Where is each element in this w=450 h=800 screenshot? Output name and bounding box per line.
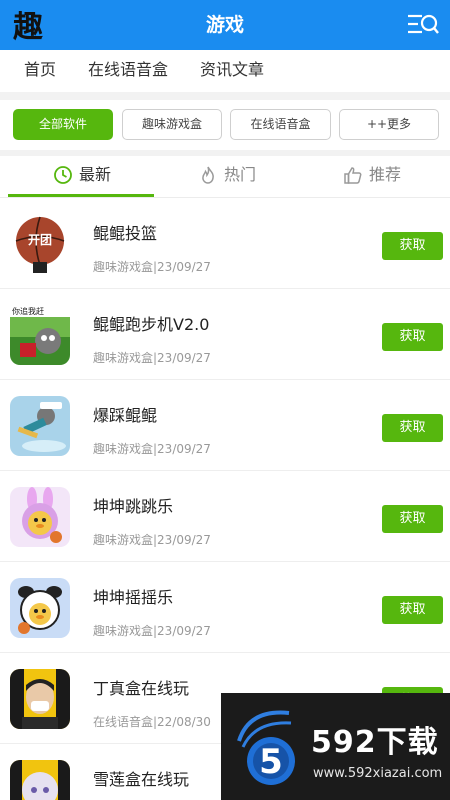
app-meta: 在线语音盒|22/08/30 <box>93 715 211 729</box>
watermark-brand: 592下载 <box>311 725 439 760</box>
tab-recommended[interactable]: 推荐 <box>343 156 423 198</box>
get-button[interactable]: 获取 <box>382 414 443 442</box>
svg-text:开团: 开团 <box>28 233 52 247</box>
get-button[interactable]: 获取 <box>382 323 443 351</box>
cartoon-fall-icon <box>10 396 70 456</box>
panda-chick-icon <box>10 578 70 638</box>
chip-voice-box[interactable]: 在线语音盒 <box>230 109 331 140</box>
list-item[interactable]: 坤坤摇摇乐 趣味游戏盒|23/09/27 获取 <box>0 562 450 653</box>
portrait-icon <box>10 669 70 729</box>
anime-portrait-icon <box>10 760 70 800</box>
get-button[interactable]: 获取 <box>382 232 443 260</box>
tab-recommended-label: 推荐 <box>369 165 402 184</box>
nav-voice-box[interactable]: 在线语音盒 <box>88 50 168 92</box>
bunny-chick-icon <box>10 487 70 547</box>
chip-fun-games[interactable]: 趣味游戏盒 <box>122 109 222 140</box>
app-meta: 趣味游戏盒|23/09/27 <box>93 624 211 638</box>
list-item[interactable]: 你追我赶 鲲鲲跑步机V2.0 趣味游戏盒|23/09/27 获取 <box>0 289 450 380</box>
get-button[interactable]: 获取 <box>382 596 443 624</box>
watermark-url: www.592xiazai.com <box>313 766 443 781</box>
flame-icon <box>202 166 214 184</box>
592-logo-icon: 5 <box>237 710 295 785</box>
get-button[interactable]: 获取 <box>382 505 443 533</box>
sort-tabs: 最新 热门 推荐 <box>0 156 450 198</box>
clock-icon <box>54 166 72 184</box>
tab-hot-label: 热门 <box>224 165 257 184</box>
tab-latest[interactable]: 最新 <box>53 156 133 198</box>
filter-chips: 全部软件 趣味游戏盒 在线语音盒 ++更多 <box>0 100 450 150</box>
basketball-icon: 开团 <box>10 214 70 274</box>
app-meta: 趣味游戏盒|23/09/27 <box>93 442 211 456</box>
cartoon-runner-icon: 你追我赶 <box>10 305 70 365</box>
app-name: 坤坤摇摇乐 <box>93 588 174 607</box>
thumbs-up-icon <box>344 167 362 184</box>
app-meta: 趣味游戏盒|23/09/27 <box>93 260 211 274</box>
search-menu-icon[interactable] <box>406 11 440 39</box>
watermark: 5 592下载 www.592xiazai.com <box>221 693 450 800</box>
nav-articles[interactable]: 资讯文章 <box>200 50 264 92</box>
svg-text:5: 5 <box>259 742 283 782</box>
chip-more[interactable]: ++更多 <box>339 109 439 140</box>
divider <box>0 92 450 100</box>
active-tab-indicator <box>8 194 154 197</box>
app-name: 坤坤跳跳乐 <box>93 497 174 516</box>
list-item[interactable]: 开团 鲲鲲投篮 趣味游戏盒|23/09/27 获取 <box>0 198 450 289</box>
app-meta: 趣味游戏盒|23/09/27 <box>93 533 211 547</box>
app-name: 爆踩鲲鲲 <box>93 406 158 425</box>
app-name: 雪莲盒在线玩 <box>93 770 190 789</box>
svg-text:你追我赶: 你追我赶 <box>12 306 44 316</box>
list-item[interactable]: 爆踩鲲鲲 趣味游戏盒|23/09/27 获取 <box>0 380 450 471</box>
app-name: 鲲鲲跑步机V2.0 <box>93 315 210 334</box>
chip-all-software[interactable]: 全部软件 <box>13 109 113 140</box>
top-nav: 首页 在线语音盒 资讯文章 <box>0 50 450 92</box>
page-title: 游戏 <box>205 14 244 36</box>
app-header: 趣 游戏 <box>0 0 450 50</box>
tab-hot[interactable]: 热门 <box>198 156 278 198</box>
app-meta: 趣味游戏盒|23/09/27 <box>93 351 211 365</box>
list-item[interactable]: 坤坤跳跳乐 趣味游戏盒|23/09/27 获取 <box>0 471 450 562</box>
app-name: 丁真盒在线玩 <box>93 679 190 698</box>
app-name: 鲲鲲投篮 <box>93 224 158 243</box>
tab-latest-label: 最新 <box>79 165 112 184</box>
nav-home[interactable]: 首页 <box>24 50 56 92</box>
